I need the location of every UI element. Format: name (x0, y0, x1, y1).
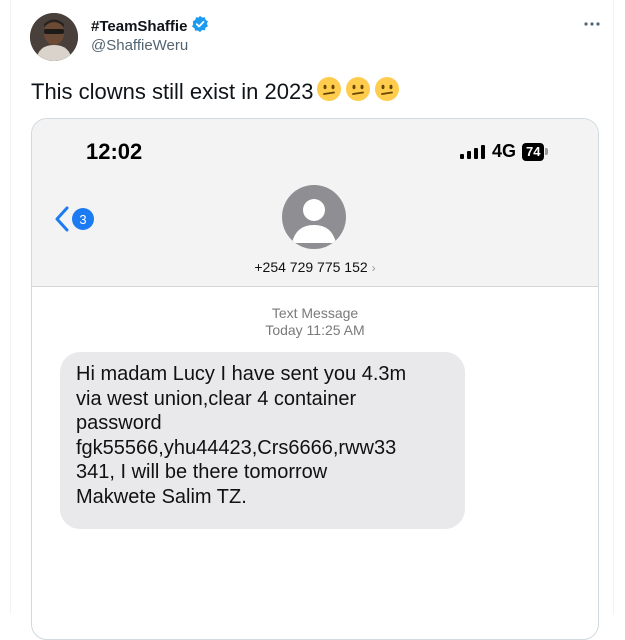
message-text: Hi madam Lucy I have sent you 4.3m via w… (76, 363, 407, 508)
timeline-divider-left (10, 0, 11, 614)
verified-badge-icon (191, 15, 209, 37)
attached-screenshot[interactable]: 12:02 4G 74 3 +254 729 775 152 › Text Me… (31, 118, 599, 640)
timeline-divider-right (613, 0, 614, 614)
chevron-left-icon (55, 206, 69, 232)
person-icon (292, 199, 336, 243)
signal-bars-icon (460, 144, 485, 159)
status-indicators: 4G 74 (460, 141, 549, 162)
messages-header: 12:02 4G 74 3 +254 729 775 152 › (32, 119, 598, 287)
neutral-face-emoji-icon (345, 76, 371, 108)
unread-count-badge: 3 (72, 208, 94, 230)
avatar[interactable] (30, 13, 78, 61)
message-type-label: Text Message (271, 305, 359, 321)
contact-avatar[interactable] (282, 185, 346, 249)
tweet-text: This clowns still exist in 2023 (31, 76, 400, 108)
handle[interactable]: @ShaffieWeru (91, 37, 188, 54)
display-name-text: #TeamShaffie (91, 17, 188, 35)
network-type: 4G (492, 141, 517, 161)
status-time: 12:02 (86, 139, 143, 164)
chevron-right-icon: › (371, 261, 376, 275)
neutral-face-emoji-icon (316, 76, 342, 108)
display-name[interactable]: #TeamShaffie (91, 15, 209, 37)
tweet-text-body: This clowns still exist in 2023 (31, 79, 314, 104)
battery-tip (545, 148, 549, 155)
more-icon (584, 22, 600, 26)
more-options-button[interactable] (580, 14, 604, 34)
message-timestamp: Today 11:25 AM (265, 322, 365, 338)
back-button[interactable]: 3 (54, 206, 94, 232)
battery-icon: 74 (522, 142, 549, 161)
contact-number-row[interactable]: +254 729 775 152 › (32, 259, 598, 275)
contact-number: +254 729 775 152 (254, 259, 368, 275)
battery-level: 74 (522, 142, 545, 161)
neutral-face-emoji-icon (374, 76, 400, 108)
